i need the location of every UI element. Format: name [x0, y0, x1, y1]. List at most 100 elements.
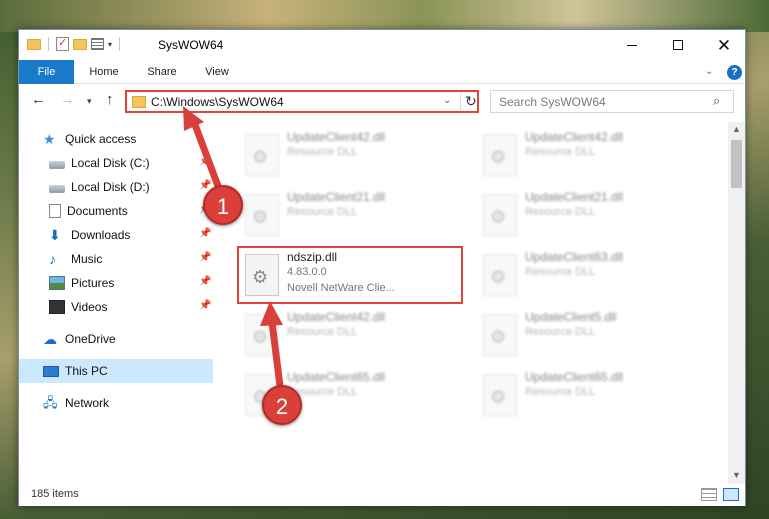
sidebar-item-onedrive[interactable]: ☁ OneDrive	[19, 327, 213, 351]
pin-icon[interactable]: 📌	[199, 300, 211, 311]
search-box[interactable]: Search SysWOW64 ⌕	[490, 90, 734, 113]
file-item[interactable]: UpdateClient21.dll Resource DLL	[239, 188, 465, 246]
file-version: 4.83.0.0	[287, 266, 327, 278]
sidebar-item-downloads[interactable]: ⬇ Downloads 📌	[19, 223, 213, 247]
sidebar-item-documents[interactable]: Documents 📌	[19, 199, 213, 223]
dll-file-icon	[483, 194, 517, 236]
forward-arrow-icon[interactable]: →	[60, 91, 75, 108]
large-icons-view-icon[interactable]	[723, 488, 739, 501]
sidebar-item-quick-access[interactable]: ★ Quick access	[19, 127, 213, 151]
address-path[interactable]: C:\Windows\SysWOW64	[151, 95, 284, 109]
pin-icon[interactable]: 📌	[199, 228, 211, 239]
minimize-button[interactable]	[609, 30, 655, 60]
dll-file-icon	[483, 134, 517, 176]
file-name: UpdateClient42.dll	[287, 130, 386, 144]
pin-icon[interactable]: 📌	[199, 276, 211, 287]
file-item[interactable]: UpdateClient42.dll Resource DLL	[239, 128, 465, 186]
file-description: Resource DLL	[287, 206, 358, 218]
up-arrow-icon[interactable]: ↑	[106, 91, 114, 108]
new-folder-icon[interactable]	[73, 38, 87, 50]
quick-access-toolbar: ▾	[27, 36, 123, 51]
tab-file[interactable]: File	[19, 60, 74, 84]
this-pc-icon	[43, 365, 59, 377]
scrollbar-thumb[interactable]	[731, 140, 742, 188]
sidebar-item-label: OneDrive	[65, 332, 116, 346]
file-item[interactable]: UpdateClient21.dll Resource DLL	[477, 188, 703, 246]
step-1-badge: 1	[203, 185, 243, 225]
help-icon[interactable]: ?	[727, 65, 742, 80]
dll-file-icon	[245, 254, 279, 296]
address-history-chevron-icon[interactable]: ⌄	[443, 95, 451, 106]
sidebar-item-label: Local Disk (C:)	[71, 156, 150, 170]
file-name: UpdateClient5.dll	[525, 310, 617, 324]
file-item[interactable]: UpdateClient5.dll Resource DLL	[477, 308, 703, 366]
sidebar-item-this-pc[interactable]: This PC	[19, 359, 213, 383]
item-count: 185 items	[31, 488, 79, 500]
tab-home[interactable]: Home	[81, 60, 127, 84]
disk-icon	[49, 185, 65, 193]
navigation-bar: ← → ▾ ↑ C:\Windows\SysWOW64 ⌄ ↻ Search S…	[19, 86, 745, 116]
dll-file-icon	[483, 374, 517, 416]
maximize-icon	[673, 40, 683, 50]
file-item[interactable]: UpdateClient63.dll Resource DLL	[477, 248, 703, 306]
file-description: Resource DLL	[525, 266, 596, 278]
search-icon[interactable]: ⌕	[713, 93, 720, 109]
recent-locations-chevron-icon[interactable]: ▾	[87, 96, 92, 107]
sidebar-item-network[interactable]: 🖧 Network	[19, 391, 213, 415]
documents-icon	[49, 204, 61, 218]
desktop-background	[0, 0, 769, 32]
file-item-ndszip[interactable]: ndszip.dll 4.83.0.0 Novell NetWare Clie.…	[237, 246, 463, 304]
sidebar-item-local-disk-c[interactable]: Local Disk (C:) 📌	[19, 151, 213, 175]
view-icon[interactable]	[91, 38, 104, 50]
dll-file-icon	[245, 314, 279, 356]
back-arrow-icon[interactable]: ←	[31, 91, 46, 108]
downloads-icon: ⬇	[49, 227, 61, 243]
folder-icon	[27, 38, 41, 50]
scroll-up-arrow-icon[interactable]: ▲	[732, 124, 741, 134]
sidebar-item-label: This PC	[65, 364, 108, 378]
file-item[interactable]: UpdateClient42.dll Resource DLL	[239, 308, 465, 366]
address-bar[interactable]: C:\Windows\SysWOW64 ⌄ ↻	[125, 90, 479, 113]
dll-file-icon	[245, 134, 279, 176]
file-item[interactable]: UpdateClient42.dll Resource DLL	[477, 128, 703, 186]
status-bar: 185 items	[19, 484, 745, 506]
scroll-down-arrow-icon[interactable]: ▼	[732, 470, 741, 480]
star-icon: ★	[43, 131, 56, 147]
folder-icon	[132, 96, 146, 108]
pin-icon[interactable]: 📌	[199, 156, 211, 167]
vertical-scrollbar[interactable]: ▲ ▼	[728, 122, 745, 484]
expand-ribbon-chevron-icon[interactable]: ⌄	[705, 66, 713, 77]
customize-toolbar-chevron-icon[interactable]: ▾	[108, 40, 112, 49]
disk-icon	[49, 161, 65, 169]
sidebar-item-pictures[interactable]: Pictures 📌	[19, 271, 213, 295]
file-description: Novell NetWare Clie...	[287, 282, 395, 294]
sidebar-item-music[interactable]: ♪ Music 📌	[19, 247, 213, 271]
file-name: UpdateClient21.dll	[287, 190, 386, 204]
sidebar-item-label: Downloads	[71, 228, 131, 242]
details-view-icon[interactable]	[701, 488, 717, 501]
properties-icon[interactable]	[56, 36, 69, 51]
tab-view[interactable]: View	[197, 60, 237, 84]
pin-icon[interactable]: 📌	[199, 252, 211, 263]
close-button[interactable]: ✕	[701, 30, 747, 60]
network-icon: 🖧	[43, 395, 58, 410]
file-item[interactable]: UpdateClient65.dll Resource DLL	[477, 368, 703, 426]
maximize-button[interactable]	[655, 30, 701, 60]
dll-file-icon	[245, 194, 279, 236]
sidebar-item-label: Quick access	[65, 132, 137, 146]
sidebar-item-label: Network	[65, 396, 110, 410]
sidebar-item-label: Local Disk (D:)	[71, 180, 150, 194]
tab-share[interactable]: Share	[140, 60, 184, 84]
sidebar-item-videos[interactable]: Videos 📌	[19, 295, 213, 319]
dll-file-icon	[483, 314, 517, 356]
sidebar-item-label: Videos	[71, 300, 108, 314]
sidebar-item-local-disk-d[interactable]: Local Disk (D:) 📌	[19, 175, 213, 199]
refresh-icon[interactable]: ↻	[460, 93, 477, 110]
search-input[interactable]: Search SysWOW64	[499, 95, 606, 109]
file-description: Resource DLL	[287, 146, 358, 158]
navigation-pane: ★ Quick access Local Disk (C:) 📌 Local D…	[19, 122, 213, 484]
file-description: Resource DLL	[525, 146, 596, 158]
videos-icon	[49, 300, 65, 314]
dll-file-icon	[483, 254, 517, 296]
file-name: UpdateClient21.dll	[525, 190, 624, 204]
